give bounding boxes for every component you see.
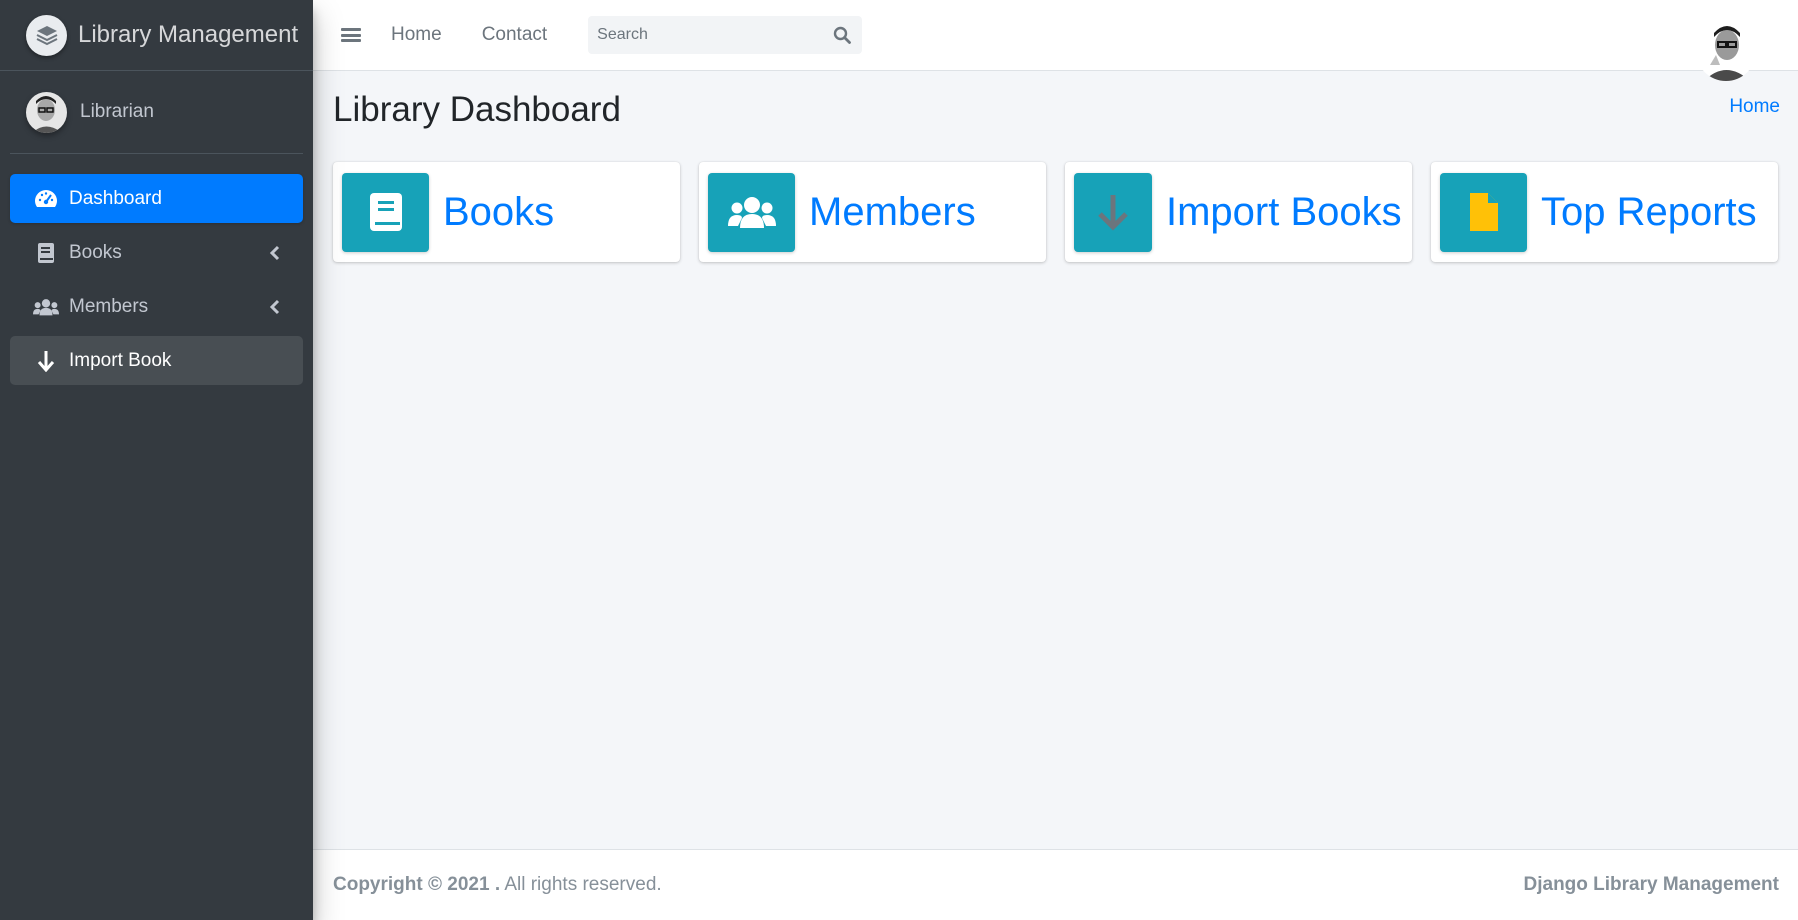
arrow-down-icon [33,349,59,373]
sidebar-item-label: Members [69,295,149,317]
main-sidebar: Library Management Librarian Dashboard B… [0,0,313,920]
chevron-left-icon [269,245,280,260]
top-navbar: Home Contact [313,0,1798,81]
nav-link-home[interactable]: Home [391,24,442,46]
info-boxes: Books Members Import Books Top Reports [333,162,1778,262]
sidebar-item-import-book[interactable]: Import Book [10,336,303,385]
footer-copyright: Copyright © 2021 . All rights reserved. [333,874,662,896]
page-title: Library Dashboard [333,90,621,129]
users-icon [708,172,795,252]
arrow-down-icon [1074,172,1152,252]
info-box-import-books[interactable]: Import Books [1065,162,1412,262]
sidebar-item-label: Books [69,241,122,263]
search-icon [833,26,852,44]
info-box-top-reports[interactable]: Top Reports [1431,162,1778,262]
user-name: Librarian [80,101,154,122]
menu-toggle-icon[interactable] [341,26,361,44]
tachometer-icon [33,187,59,211]
file-icon [1440,172,1527,252]
user-avatar [26,91,67,133]
users-icon [33,295,59,319]
sidebar-nav: Dashboard Books Members Import Book [0,174,313,385]
sidebar-item-label: Import Book [69,349,172,371]
sidebar-item-label: Dashboard [69,187,162,209]
info-box-label: Members [809,189,976,234]
content-header: Library Dashboard Home [333,90,1780,130]
book-icon [33,241,59,265]
search-button[interactable] [822,16,862,54]
brand-link[interactable]: Library Management [0,0,313,71]
user-panel[interactable]: Librarian [10,71,303,154]
main-footer: Copyright © 2021 . All rights reserved. … [313,849,1798,920]
book-icon [342,172,429,252]
footer-app-name: Django Library Management [1523,874,1780,895]
user-avatar-top[interactable] [1696,21,1756,81]
brand-title: Library Management [78,21,299,48]
sidebar-item-dashboard[interactable]: Dashboard [10,174,303,223]
info-box-label: Import Books [1166,189,1402,234]
info-box-members[interactable]: Members [699,162,1046,262]
nav-link-contact[interactable]: Contact [482,24,547,46]
chevron-left-icon [269,299,280,314]
sidebar-item-books[interactable]: Books [10,228,303,277]
info-box-books[interactable]: Books [333,162,680,262]
info-box-label: Top Reports [1541,189,1757,234]
sidebar-item-members[interactable]: Members [10,282,303,331]
rights-text: All rights reserved. [500,874,662,895]
copyright-text: Copyright © 2021 . [333,874,501,895]
info-box-label: Books [443,189,555,234]
brand-logo-icon [26,14,67,56]
search-form [588,16,863,54]
breadcrumb-home[interactable]: Home [1729,96,1780,130]
search-input[interactable] [588,16,823,54]
